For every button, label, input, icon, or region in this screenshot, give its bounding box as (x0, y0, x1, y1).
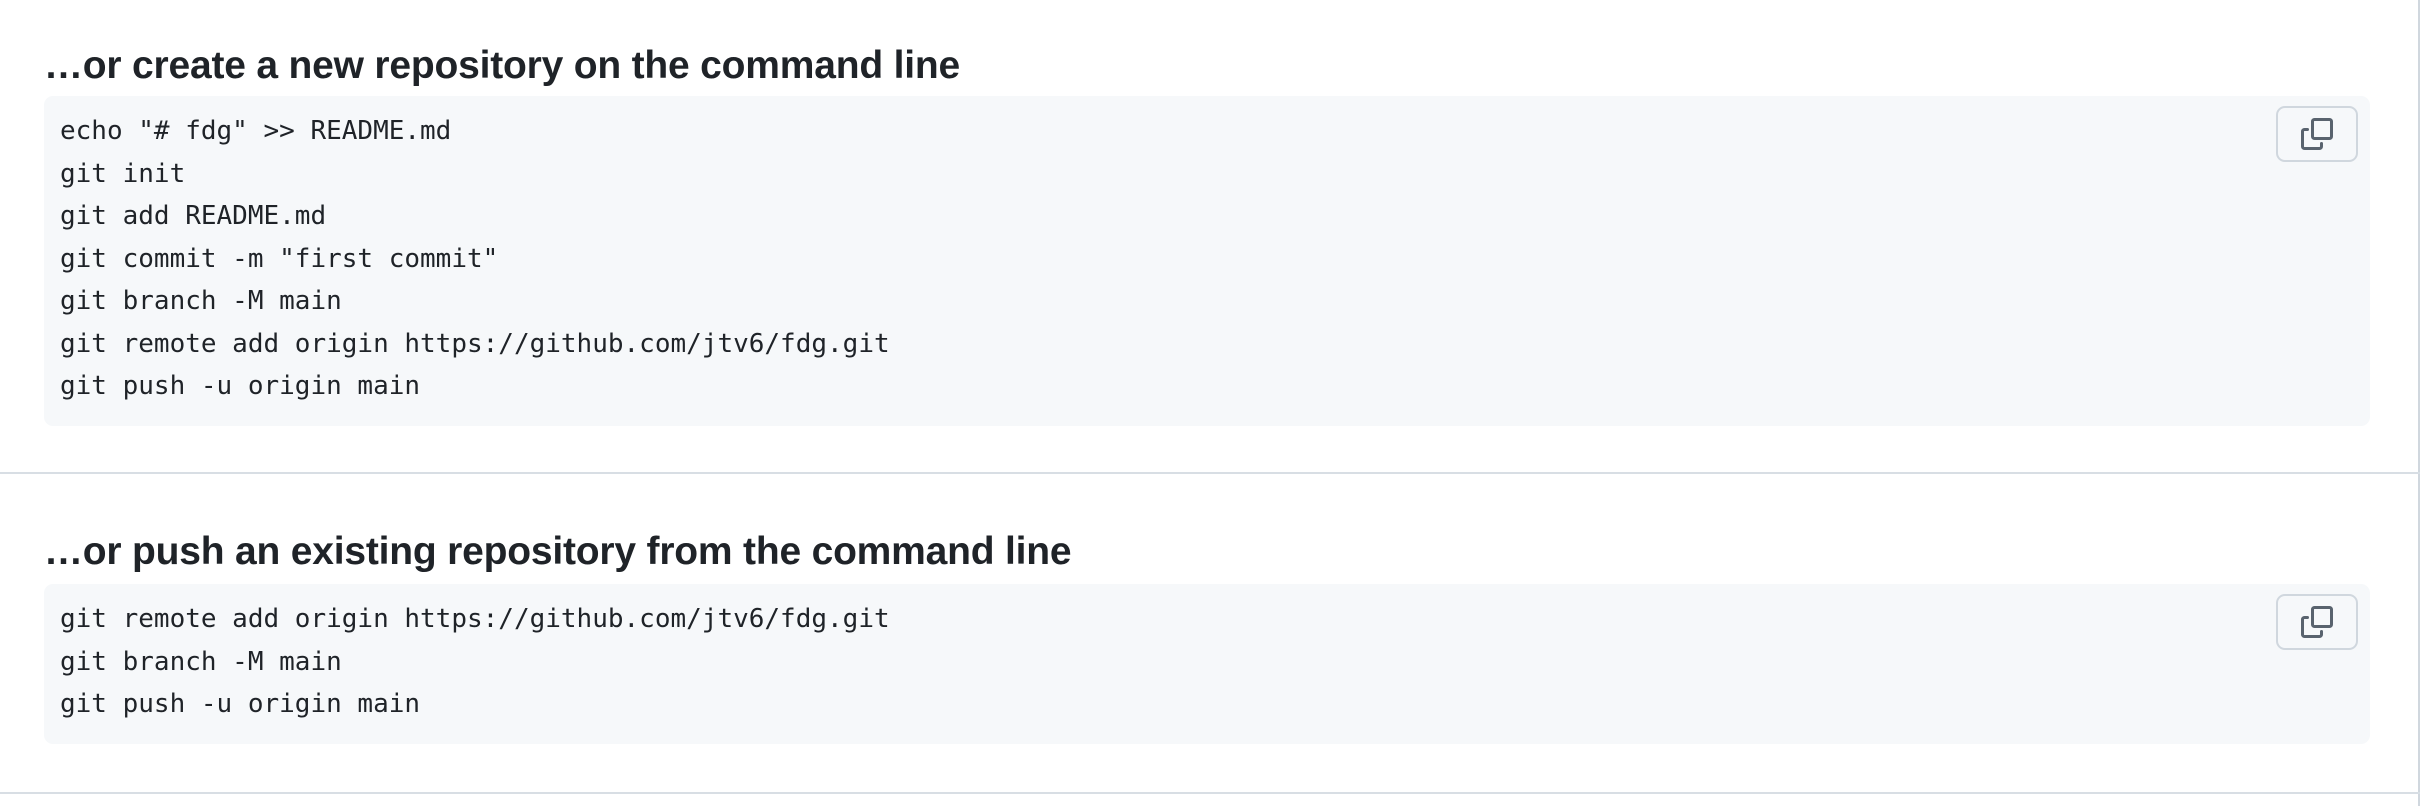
copy-button[interactable] (2276, 594, 2358, 650)
code-lines: echo "# fdg" >> README.md git init git a… (60, 110, 890, 408)
quick-setup-panel: …or create a new repository on the comma… (0, 0, 2420, 806)
code-line[interactable]: git remote add origin https://github.com… (60, 598, 890, 641)
copy-button[interactable] (2276, 106, 2358, 162)
section-title-create-new: …or create a new repository on the comma… (44, 44, 960, 87)
code-line[interactable]: echo "# fdg" >> README.md (60, 110, 890, 153)
code-line[interactable]: git commit -m "first commit" (60, 238, 890, 281)
code-line[interactable]: git branch -M main (60, 641, 890, 684)
code-line[interactable]: git branch -M main (60, 280, 890, 323)
copy-icon (2301, 118, 2333, 150)
code-lines: git remote add origin https://github.com… (60, 598, 890, 726)
code-block-create-new[interactable]: echo "# fdg" >> README.md git init git a… (44, 96, 2370, 426)
section-title-push-existing: …or push an existing repository from the… (44, 530, 1072, 573)
push-existing-repo-section: …or push an existing repository from the… (0, 474, 2420, 794)
code-line[interactable]: git add README.md (60, 195, 890, 238)
create-new-repo-section: …or create a new repository on the comma… (0, 0, 2420, 474)
code-line[interactable]: git push -u origin main (60, 683, 890, 726)
code-line[interactable]: git push -u origin main (60, 365, 890, 408)
code-block-push-existing[interactable]: git remote add origin https://github.com… (44, 584, 2370, 744)
code-line[interactable]: git init (60, 153, 890, 196)
copy-icon (2301, 606, 2333, 638)
code-line[interactable]: git remote add origin https://github.com… (60, 323, 890, 366)
